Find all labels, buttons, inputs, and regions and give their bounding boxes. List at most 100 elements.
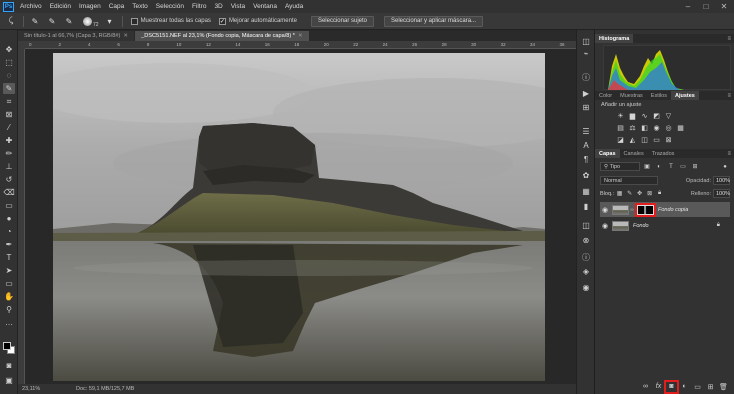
brush-panel-icon[interactable]: ⌁ bbox=[580, 48, 592, 59]
foreground-color-swatch[interactable] bbox=[3, 342, 11, 350]
layer-lock-icon[interactable]: 🔒︎ bbox=[717, 222, 720, 229]
new-layer-icon[interactable]: ⊞ bbox=[705, 382, 716, 392]
close-window-button[interactable]: ✕ bbox=[716, 0, 732, 13]
dodge-tool-icon[interactable]: ◔ bbox=[3, 226, 15, 237]
tab-muestras[interactable]: Muestras bbox=[616, 91, 647, 100]
menu-capa[interactable]: Capa bbox=[109, 3, 125, 10]
delete-layer-icon[interactable]: 🗑︎ bbox=[718, 382, 729, 392]
select-subject-button[interactable]: Seleccionar sujeto bbox=[310, 15, 374, 27]
layer-row-fondo[interactable]: ◉ Fondo 🔒︎ bbox=[600, 218, 730, 233]
quick-selection-tool-icon[interactable]: ⤹ bbox=[5, 15, 17, 27]
eraser-tool-icon[interactable]: ⌫ bbox=[3, 187, 15, 198]
new-selection-icon[interactable]: ✎ bbox=[29, 15, 41, 27]
threshold-icon[interactable]: ◫ bbox=[639, 135, 650, 144]
checkbox-checked[interactable]: ✓ bbox=[218, 17, 226, 25]
adjustment-layer-filter-icon[interactable]: ◐ bbox=[654, 162, 664, 171]
marquee-tool-icon[interactable]: ⬚ bbox=[3, 57, 15, 68]
brush-size-value[interactable]: 72 bbox=[93, 22, 99, 28]
zoom-tool-icon[interactable]: ⚲ bbox=[3, 304, 15, 315]
eyedropper-tool-icon[interactable]: ⁄ bbox=[3, 122, 15, 133]
layer-kind-filter[interactable]: ⚲ Tipo bbox=[600, 162, 640, 171]
layer-style-fx-icon[interactable]: fx bbox=[653, 382, 664, 392]
menu-vista[interactable]: Vista bbox=[231, 3, 245, 10]
shape-layer-filter-icon[interactable]: ▭ bbox=[678, 162, 688, 171]
menu-ayuda[interactable]: Ayuda bbox=[285, 3, 303, 10]
new-group-icon[interactable]: ▭ bbox=[692, 382, 703, 392]
exposure-icon[interactable]: ◩ bbox=[651, 111, 662, 120]
lock-artboard-icon[interactable]: ⊠ bbox=[645, 189, 654, 198]
smart-object-filter-icon[interactable]: ⊞ bbox=[690, 162, 700, 171]
lasso-tool-icon[interactable]: ◌ bbox=[3, 70, 15, 81]
channels-panel-icon[interactable]: ◉ bbox=[580, 282, 592, 293]
tab-canales[interactable]: Canales bbox=[620, 149, 648, 158]
more-tools-icon[interactable]: … bbox=[3, 317, 15, 328]
vibrance-icon[interactable]: ▽ bbox=[663, 111, 674, 120]
brush-picker-chevron-icon[interactable]: ▾ bbox=[104, 15, 116, 27]
character-panel-icon[interactable]: A bbox=[580, 140, 592, 151]
panel-menu-icon[interactable]: ≡ bbox=[727, 151, 731, 157]
healing-brush-tool-icon[interactable]: ✚ bbox=[3, 135, 15, 146]
brush-preview-icon[interactable] bbox=[83, 16, 92, 26]
close-tab-icon[interactable]: ✕ bbox=[123, 33, 128, 39]
layer-thumbnail[interactable] bbox=[612, 220, 629, 231]
color-lookup-icon[interactable]: ▦ bbox=[675, 123, 686, 132]
tab-trazados[interactable]: Trazados bbox=[648, 149, 679, 158]
path-selection-tool-icon[interactable]: ➤ bbox=[3, 265, 15, 276]
menu-ventana[interactable]: Ventana bbox=[253, 3, 277, 10]
info-panel-icon[interactable]: ⓘ bbox=[580, 72, 592, 83]
crop-tool-icon[interactable]: ⌗ bbox=[3, 96, 15, 107]
move-tool-icon[interactable]: ✥ bbox=[3, 44, 15, 55]
menu-archivo[interactable]: Archivo bbox=[20, 3, 42, 10]
menu-texto[interactable]: Texto bbox=[132, 3, 148, 10]
document-image[interactable] bbox=[53, 53, 545, 381]
layer-name[interactable]: Fondo bbox=[633, 223, 649, 229]
actions-panel-icon[interactable]: ▶ bbox=[580, 88, 592, 99]
auto-enhance-checkbox[interactable]: ✓ Mejorar automáticamente bbox=[218, 17, 297, 25]
type-layer-filter-icon[interactable]: T bbox=[666, 162, 676, 171]
selective-color-icon[interactable]: ⊠ bbox=[663, 135, 674, 144]
hand-tool-icon[interactable]: ✋ bbox=[3, 291, 15, 302]
zoom-level[interactable]: 23,11% bbox=[22, 386, 68, 392]
tab-color[interactable]: Color bbox=[595, 91, 616, 100]
add-to-selection-icon[interactable]: ✎ bbox=[46, 15, 58, 27]
fill-input[interactable]: 100% bbox=[713, 189, 730, 198]
select-and-mask-button[interactable]: Seleccionar y aplicar máscara... bbox=[384, 15, 484, 27]
tab-histograma[interactable]: Histograma bbox=[595, 34, 634, 43]
pixel-layer-filter-icon[interactable]: ▣ bbox=[642, 162, 652, 171]
tab-estilos[interactable]: Estilos bbox=[647, 91, 671, 100]
mask-link-icon[interactable]: ∞ bbox=[629, 207, 635, 213]
blur-tool-icon[interactable]: ● bbox=[3, 213, 15, 224]
lock-transparent-icon[interactable]: ▦ bbox=[615, 189, 624, 198]
lock-all-icon[interactable]: 🔒︎ bbox=[655, 189, 664, 198]
doc-tab-dsc5151[interactable]: _DSC5151.NEF al 23,1% (Fondo copia, Másc… bbox=[135, 31, 309, 41]
lock-image-icon[interactable]: ✎ bbox=[625, 189, 634, 198]
screen-mode-icon[interactable]: ▣ bbox=[3, 375, 15, 386]
layer-comps-icon[interactable]: ◫ bbox=[580, 220, 592, 231]
adobe-fonts-icon[interactable]: ▮ bbox=[580, 201, 592, 212]
gradient-map-icon[interactable]: ▭ bbox=[651, 135, 662, 144]
filter-toggle-icon[interactable]: ● bbox=[720, 162, 730, 171]
pen-tool-icon[interactable]: ✒ bbox=[3, 239, 15, 250]
color-balance-icon[interactable]: ⚖ bbox=[627, 123, 638, 132]
layer-thumbnail[interactable] bbox=[612, 204, 629, 215]
minimize-button[interactable]: – bbox=[680, 0, 696, 13]
blend-mode-select[interactable]: Normal bbox=[600, 176, 658, 185]
checkbox-unchecked[interactable] bbox=[130, 17, 138, 25]
info-circle-icon[interactable]: ⓘ bbox=[580, 252, 592, 263]
new-adjustment-layer-icon[interactable]: ◐ bbox=[679, 382, 690, 392]
curves-icon[interactable]: ∿ bbox=[639, 111, 650, 120]
type-tool-icon[interactable]: T bbox=[3, 252, 15, 263]
menu-imagen[interactable]: Imagen bbox=[79, 3, 101, 10]
visibility-eye-icon[interactable]: ◉ bbox=[600, 206, 610, 214]
layers-panel-icon[interactable]: ◈ bbox=[580, 266, 592, 277]
add-layer-mask-icon[interactable]: ◙ bbox=[664, 379, 679, 394]
swatches-panel-icon[interactable]: ⊞ bbox=[580, 102, 592, 113]
gradient-tool-icon[interactable]: ▭ bbox=[3, 200, 15, 211]
properties-panel-icon[interactable]: ☰ bbox=[580, 126, 592, 137]
tab-ajustes[interactable]: Ajustes bbox=[670, 91, 699, 100]
libraries-panel-icon[interactable]: ▦ bbox=[580, 186, 592, 197]
menu-3d[interactable]: 3D bbox=[214, 3, 222, 10]
panel-menu-icon[interactable]: ≡ bbox=[727, 36, 731, 42]
subtract-from-selection-icon[interactable]: ✎ bbox=[63, 15, 75, 27]
sample-all-layers-checkbox[interactable]: Muestrear todas las capas bbox=[130, 17, 211, 25]
